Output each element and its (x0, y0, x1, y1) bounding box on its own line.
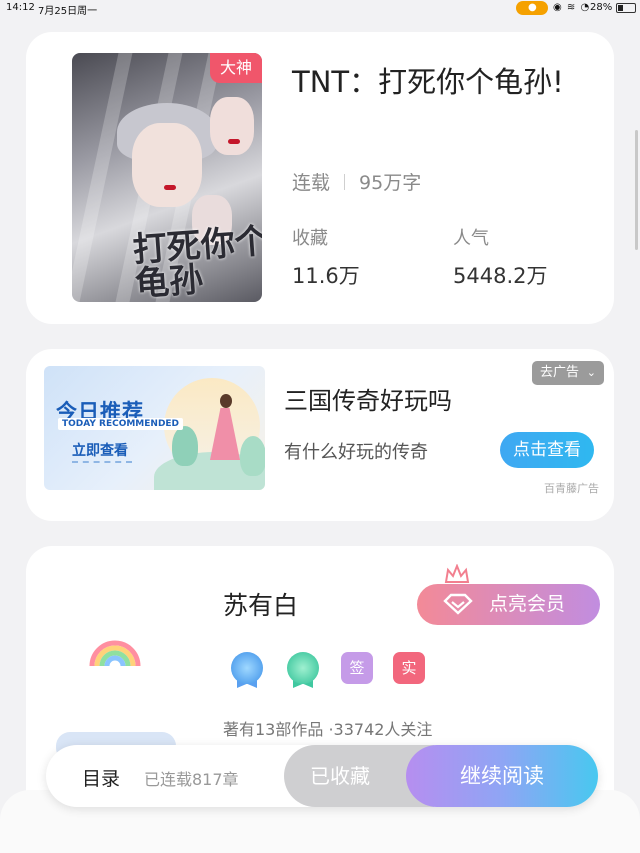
table-of-contents-button[interactable]: 目录 (82, 764, 120, 791)
status-date: 7月25日周一 (38, 6, 98, 17)
scrollbar[interactable] (635, 130, 638, 250)
diamond-icon (443, 593, 473, 615)
ad-description: 有什么好玩的传奇 (284, 442, 428, 463)
chevron-down-icon: ⌄ (586, 366, 596, 379)
ad-view-button[interactable]: 点击查看 (500, 432, 594, 468)
ad-image[interactable]: 今日推荐 TODAY RECOMMENDED 立即查看 (44, 366, 265, 490)
handshake-medal-icon (287, 652, 319, 688)
ad-source: 百青藤广告 (544, 482, 599, 495)
serial-status: 连载 (292, 172, 331, 194)
phone-medal-icon (231, 652, 263, 688)
stat-value: 5448.2万 (453, 264, 548, 288)
battery-percentage: 28% (590, 2, 613, 13)
bottom-action-bar: 目录 已连载817章 已收藏 继续阅读 (46, 745, 598, 807)
continue-reading-button[interactable]: 继续阅读 (406, 745, 598, 807)
great-author-badge: 大神 (210, 53, 262, 83)
microphone-indicator: ● (516, 1, 548, 15)
status-bar: 14:12 7月25日周一 ● ◉ ≋ ◔ 28% (0, 0, 640, 17)
verified-tag: 实 (393, 652, 425, 684)
ad-image-subline: TODAY RECOMMENDED (58, 418, 184, 430)
ad-title: 三国传奇好玩吗 (284, 387, 452, 415)
stat-collections: 收藏 11.6万 (292, 224, 360, 290)
battery-icon (616, 3, 636, 13)
ad-card[interactable]: 今日推荐 TODAY RECOMMENDED 立即查看 三国传奇好玩吗 有什么好… (26, 349, 614, 521)
remove-ad-label: 去广告 (540, 365, 580, 380)
stat-label: 收藏 (292, 228, 328, 249)
ad-image-cta: 立即查看 (72, 443, 128, 459)
book-meta: 连载 95万字 (292, 168, 421, 195)
remove-ad-button[interactable]: 去广告 ⌄ (532, 361, 604, 385)
book-cover[interactable]: 打死你个 龟孙 大神 (72, 53, 262, 302)
microphone-icon: ● (528, 2, 537, 13)
chapter-count: 已连载817章 (144, 770, 239, 789)
activate-vip-button[interactable]: 点亮会员 (417, 584, 600, 625)
signal-wifi-icon: ◉ ≋ ◔ (553, 2, 591, 13)
stat-value: 11.6万 (292, 264, 360, 288)
vip-button-label: 点亮会员 (489, 593, 566, 615)
stat-label: 人气 (453, 228, 489, 249)
cover-title-art: 打死你个 龟孙 (131, 221, 262, 302)
crown-icon (444, 564, 470, 583)
book-info-card: 打死你个 龟孙 大神 TNT：打死你个龟孙! 连载 95万字 收藏 11.6万 人… (26, 32, 614, 324)
book-title: TNT：打死你个龟孙! (292, 65, 564, 99)
rainbow-icon (89, 640, 141, 667)
author-name[interactable]: 苏有白 (223, 586, 298, 622)
stat-popularity: 人气 5448.2万 (453, 224, 547, 290)
word-count: 95万字 (359, 172, 422, 194)
signed-tag: 签 (341, 652, 373, 684)
author-stats: 著有13部作品 ·33742人关注 (223, 720, 433, 739)
status-time: 14:12 (6, 2, 35, 13)
